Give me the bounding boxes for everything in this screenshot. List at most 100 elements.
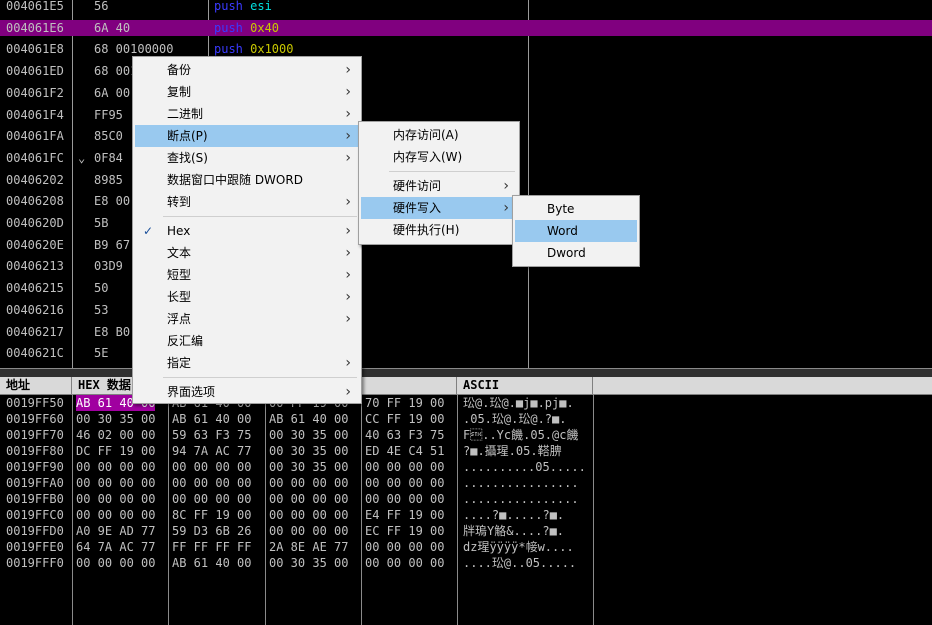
dump-address: 0019FF60 [6,412,64,426]
dump-hex-group: 00 00 00 00 [76,492,156,506]
menu-item-1[interactable]: 复制 › [135,81,359,103]
menu-item-9[interactable]: 文本 › [135,242,359,264]
menu-item-0[interactable]: 备份 › [135,59,359,81]
disasm-address: 004061ED [6,64,64,79]
menu-item-13[interactable]: 反汇编 [135,330,359,352]
disasm-bytes: 0F84 [94,150,123,165]
menu-item-11[interactable]: 长型 › [135,286,359,308]
dump-hex-group: 00 30 35 00 [76,412,156,426]
dump-ascii: ....玜@..05..... [463,556,577,570]
dump-row[interactable]: 0019FF70 46 02 00 00 59 63 F3 75 00 30 35 0… [0,427,932,443]
menu-item-2[interactable]: 二进制 › [135,103,359,125]
menu-item-14[interactable]: 指定 › [135,352,359,374]
disasm-bytes: FF95 [94,107,123,122]
dump-row[interactable]: 0019FFA0 00 00 00 00 00 00 00 00 00 00 00 0… [0,475,932,491]
instruction-token: push [214,42,251,57]
dump-hex-group: 00 30 35 00 [269,428,349,442]
header-ascii[interactable]: ASCII [457,377,593,394]
chevron-right-icon: › [345,289,351,305]
dump-row[interactable]: 0019FFB0 00 00 00 00 00 00 00 00 00 00 00 0… [0,491,932,507]
menu-item-label: 查找(S) [167,151,208,165]
menu-item-3[interactable]: 断点(P) › [135,125,359,147]
dump-hex-group: DC FF 19 00 [76,444,156,458]
menu-item-16[interactable]: 界面选项 › [135,381,359,403]
dump-address: 0019FFC0 [6,508,64,522]
checkmark-icon: ✓ [143,224,154,238]
disasm-bytes: 5B [94,216,109,230]
dump-hex-group: 00 00 00 00 [269,492,349,506]
disasm-address: 00406215 [6,281,64,296]
dump-hex-group: E4 FF 19 00 [365,508,445,522]
menu-item-4[interactable]: 查找(S) › [135,147,359,169]
disasm-address: 004061F2 [6,85,64,100]
dump-address: 0019FFD0 [6,524,64,538]
menu-item-5[interactable]: 硬件执行(H) [361,219,517,241]
disasm-address: 004061FA [6,129,64,144]
instruction-token: 0x1000 [250,42,294,57]
menu-item-3[interactable]: 硬件访问 › [361,175,517,197]
dump-hex-group: 00 00 00 00 [172,492,252,506]
dump-hex-group: 94 7A AC 77 [172,444,252,458]
menu-item-1[interactable]: Word [515,220,637,242]
dump-row[interactable]: 0019FFF0 00 00 00 00 AB 61 40 00 00 30 35 0… [0,555,932,571]
dump-hex-group: 00 00 00 00 [269,476,349,490]
disasm-row[interactable]: 004061E6 6A 40 push 0x40 [0,19,932,36]
dump-hex-group: 00 00 00 00 [76,476,156,490]
instruction-token: push [214,20,251,35]
menu-item-2[interactable]: Dword [515,242,637,264]
disasm-row[interactable]: 004061E5 56 push esi [0,0,932,14]
disasm-address: 00406202 [6,172,64,187]
menu-item-label: 内存访问(A) [393,128,459,142]
dump-hex-group: 00 00 00 00 [365,556,445,570]
dump-hex-group: 00 00 00 00 [172,460,252,474]
chevron-right-icon: › [345,84,351,100]
dump-row[interactable]: 0019FFD0 A0 9E AD 77 59 D3 6B 26 00 00 00 0… [0,523,932,539]
memory-dump-pane[interactable]: 地址 HEX 数据 ASCII 0019FF50AB 61 40 00AB 61… [0,377,932,625]
dump-hex-group: 59 63 F3 75 [172,428,252,442]
menu-item-5[interactable]: 数据窗口中跟随 DWORD [135,169,359,191]
menu-item-label: 文本 [167,246,192,260]
menu-item-label: Hex [167,224,191,238]
dump-hex-group: 70 FF 19 00 [365,396,445,410]
dump-row[interactable]: 0019FF80 DC FF 19 00 94 7A AC 77 00 30 35 0… [0,443,932,459]
instruction-token: push [214,0,251,13]
dump-row[interactable]: 0019FFE0 64 7A AC 77 FF FF FF FF 2A 8E AE 7… [0,539,932,555]
menu-separator [163,216,357,217]
dump-ascii: 牉瑦Y觡&....?■. [463,524,565,538]
dump-hex-group: A0 9E AD 77 [76,524,156,538]
dump-ascii: ..........05..... [463,460,586,474]
dump-hex-group: AB 61 40 00 [172,412,252,426]
header-address[interactable]: 地址 [0,377,72,394]
menu-item-label: 断点(P) [167,129,208,143]
menu-item-4[interactable]: 硬件写入 › [361,197,517,219]
dump-hex-group: ED 4E C4 51 [365,444,445,458]
dump-row[interactable]: 0019FF90 00 00 00 00 00 00 00 00 00 30 35 0… [0,459,932,475]
menu-item-1[interactable]: 内存写入(W) [361,146,517,168]
menu-item-label: 硬件执行(H) [393,223,460,237]
dump-hex-group: 59 D3 6B 26 [172,524,252,538]
menu-item-6[interactable]: 转到 › [135,191,359,213]
context-menu: 备份 › 复制 › 二进制 › 断点(P) › 查找(S) › 数据窗口中跟随 DWORD 转到 › He… [132,56,362,404]
disasm-bytes: 6A 40 [94,20,131,35]
dump-hex-group: 64 7A AC 77 [76,540,156,554]
dump-address: 0019FF50 [6,396,64,410]
menu-item-8[interactable]: Hex ✓ › [135,220,359,242]
menu-item-label: 硬件写入 [393,201,442,215]
disasm-row[interactable]: 004061E8 68 00100000 push 0x1000 [0,41,932,57]
dump-hex-group: 00 00 00 00 [365,460,445,474]
dump-hex-group: 00 30 35 00 [269,444,349,458]
dump-hex-group: 00 00 00 00 [365,476,445,490]
menu-item-0[interactable]: 内存访问(A) [361,124,517,146]
menu-item-0[interactable]: Byte [515,198,637,220]
chevron-right-icon: › [345,245,351,261]
disasm-address: 004061FC [6,150,64,165]
dump-hex-group: 46 02 00 00 [76,428,156,442]
disasm-address: 004061E8 [6,42,64,57]
menu-separator [163,377,357,378]
menu-item-12[interactable]: 浮点 › [135,308,359,330]
hardware-write-size-submenu: Byte Word Dword [512,195,640,267]
dump-ascii: .05.玜@.玜@.?■. [463,412,567,426]
dump-row[interactable]: 0019FFC0 00 00 00 00 8C FF 19 00 00 00 00 0… [0,507,932,523]
menu-item-10[interactable]: 短型 › [135,264,359,286]
dump-row[interactable]: 0019FF60 00 30 35 00 AB 61 40 00 AB 61 40 0… [0,411,932,427]
